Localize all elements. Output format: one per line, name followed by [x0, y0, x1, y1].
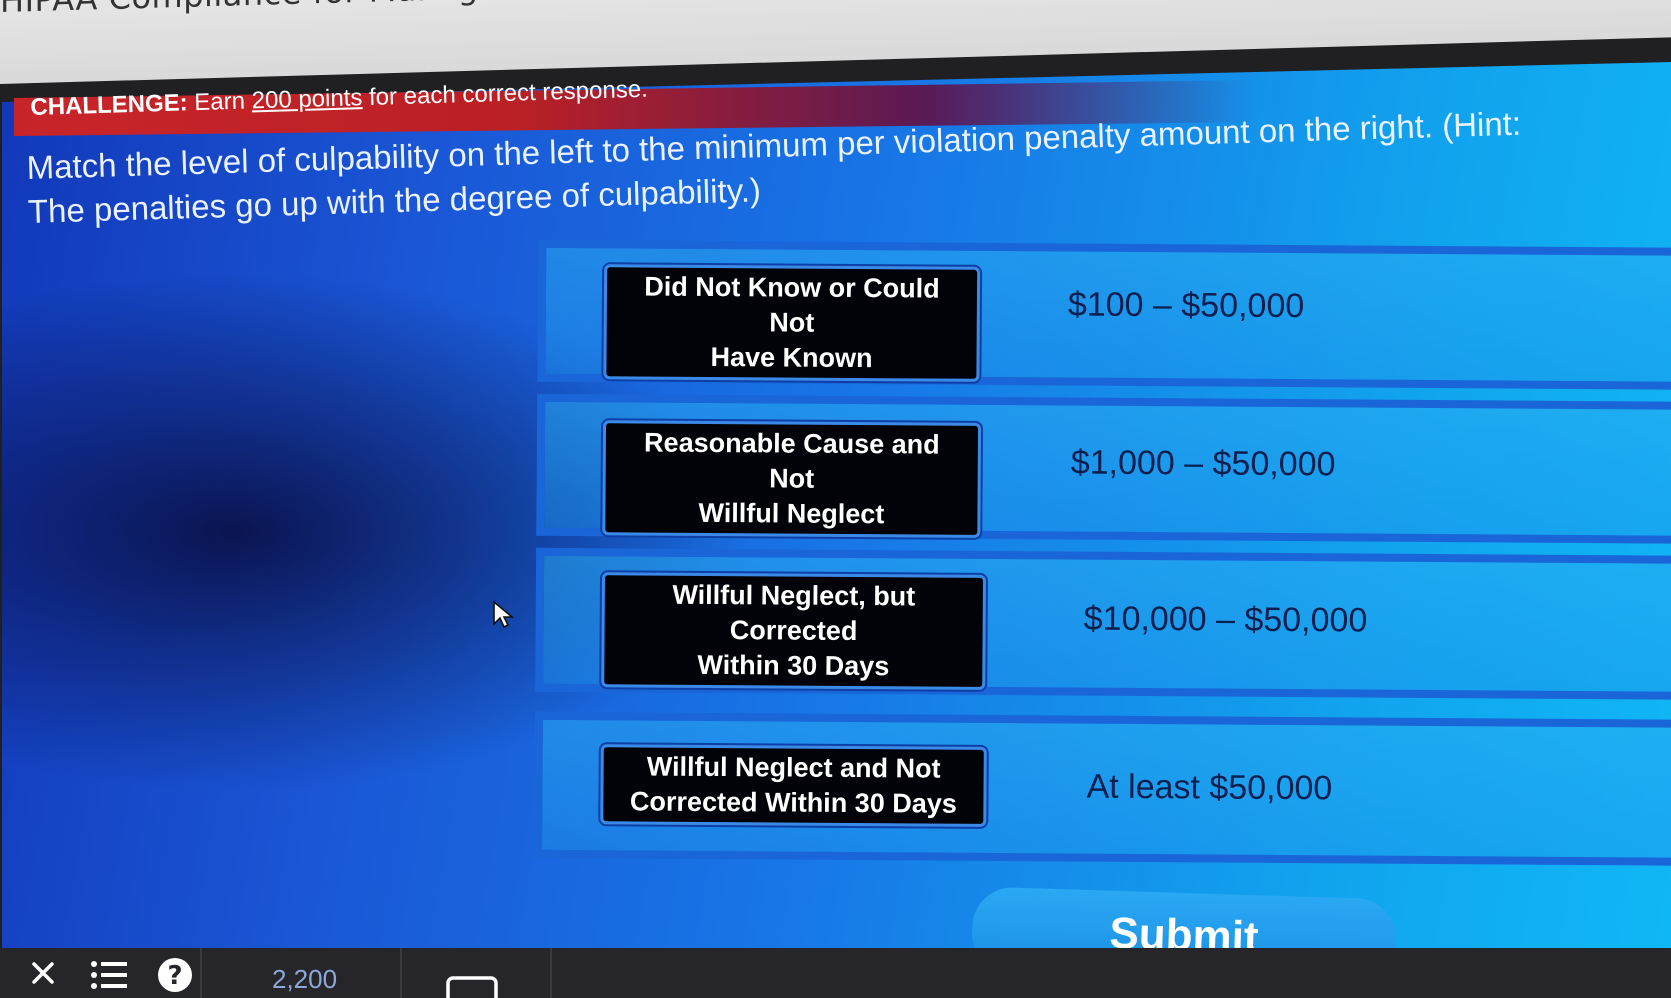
captions-icon[interactable] — [446, 976, 498, 998]
course-player: HIPAA Compliance for Manage CHALLENGE: E… — [0, 0, 1671, 998]
penalty-amount-1: $100 – $50,000 — [1067, 285, 1305, 326]
label-line: Willful Neglect, but Corrected — [672, 579, 916, 647]
label-line: Reasonable Cause and Not — [644, 427, 940, 494]
close-icon[interactable] — [30, 960, 56, 986]
label-line: Have Known — [710, 341, 873, 374]
svg-text:?: ? — [167, 961, 182, 991]
culpability-label-4[interactable]: Willful Neglect and Not Corrected Within… — [600, 744, 987, 827]
culpability-label-2[interactable]: Reasonable Cause and Not Willful Neglect — [602, 420, 982, 538]
label-line: Did Not Know or Could Not — [644, 271, 940, 338]
penalty-amount-2: $1,000 – $50,000 — [1070, 443, 1336, 484]
penalty-amount-4: At least $50,000 — [1086, 767, 1333, 808]
match-row: Willful Neglect, but Corrected Within 30… — [535, 547, 1671, 700]
matching-area: Did Not Know or Could Not Have Known $10… — [0, 0, 1671, 998]
label-line: Within 30 Days — [697, 649, 890, 682]
help-icon[interactable]: ? — [156, 956, 194, 994]
match-row: Did Not Know or Could Not Have Known $10… — [537, 239, 1671, 390]
match-row: Willful Neglect and Not Corrected Within… — [534, 711, 1671, 866]
label-line: Willful Neglect and Not — [646, 751, 941, 784]
culpability-label-1[interactable]: Did Not Know or Could Not Have Known — [603, 264, 981, 382]
culpability-label-3[interactable]: Willful Neglect, but Corrected Within 30… — [601, 572, 987, 690]
toolbar-divider — [200, 948, 202, 998]
mouse-cursor-icon — [493, 600, 514, 629]
toolbar-divider — [400, 948, 402, 998]
match-row: Reasonable Cause and Not Willful Neglect… — [536, 393, 1671, 544]
penalty-amount-3: $10,000 – $50,000 — [1083, 599, 1368, 640]
label-line: Willful Neglect — [698, 497, 885, 530]
menu-list-icon[interactable] — [90, 958, 128, 992]
player-toolbar: ? 2,200 — [0, 948, 1671, 998]
label-line: Corrected Within 30 Days — [629, 786, 957, 819]
score-value: 2,200 — [272, 964, 338, 994]
toolbar-divider — [550, 948, 552, 998]
